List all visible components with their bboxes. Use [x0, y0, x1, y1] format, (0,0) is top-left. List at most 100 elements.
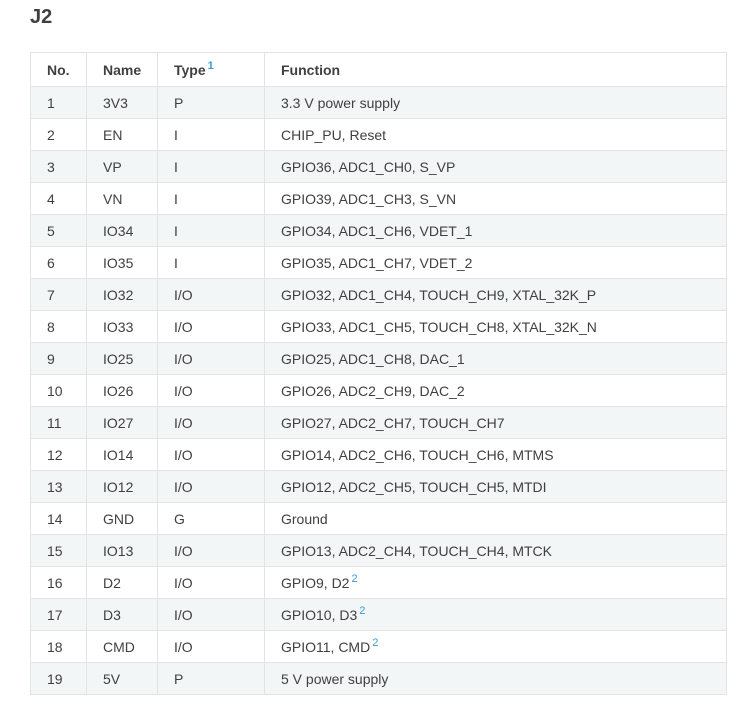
pin-table: No. Name Type 1 Function 1 3V3 P 3.3 V power…	[30, 52, 727, 695]
cell-pin-name: IO12	[86, 470, 158, 503]
cell-pin-type: I	[157, 182, 265, 215]
table-row: 4 VN I GPIO39, ADC1_CH3, S_VN	[30, 182, 727, 215]
pin-function-text: GPIO26, ADC2_CH9, DAC_2	[281, 382, 465, 399]
table-row: 3 VP I GPIO36, ADC1_CH0, S_VP	[30, 150, 727, 183]
table-row: 11 IO27 I/O GPIO27, ADC2_CH7, TOUCH_CH7	[30, 406, 727, 439]
cell-pin-number: 19	[30, 662, 87, 695]
table-body: 1 3V3 P 3.3 V power supply 2 EN I CHIP_PU, Rese…	[30, 86, 727, 695]
table-row: 17 D3 I/O GPIO10, D3 2	[30, 598, 727, 631]
table-row: 2 EN I CHIP_PU, Reset	[30, 118, 727, 151]
pin-function-text: Ground	[281, 510, 328, 527]
cell-pin-number: 3	[30, 150, 87, 183]
cell-pin-number: 15	[30, 534, 87, 567]
table-row: 18 CMD I/O GPIO11, CMD 2	[30, 630, 727, 663]
cell-pin-name: EN	[86, 118, 158, 151]
cell-pin-name: D3	[86, 598, 158, 631]
cell-pin-function: GPIO9, D2 2	[264, 566, 727, 599]
cell-pin-type: I	[157, 246, 265, 279]
pin-function-text: GPIO35, ADC1_CH7, VDET_2	[281, 254, 473, 271]
table-row: 8 IO33 I/O GPIO33, ADC1_CH5, TOUCH_CH8, XTA…	[30, 310, 727, 343]
cell-pin-number: 9	[30, 342, 87, 375]
cell-pin-number: 10	[30, 374, 87, 407]
cell-pin-type: I/O	[157, 406, 265, 439]
column-header-no: No.	[30, 52, 87, 87]
cell-pin-name: IO33	[86, 310, 158, 343]
section-title: J2	[30, 6, 53, 28]
cell-pin-type: I/O	[157, 630, 265, 663]
function-footnote-link[interactable]: 2	[372, 637, 378, 649]
cell-pin-name: IO26	[86, 374, 158, 407]
cell-pin-type: I/O	[157, 534, 265, 567]
pin-function-text: 5 V power supply	[281, 670, 389, 687]
cell-pin-type: I/O	[157, 278, 265, 311]
table-row: 10 IO26 I/O GPIO26, ADC2_CH9, DAC_2	[30, 374, 727, 407]
column-header-type: Type 1	[157, 52, 265, 87]
pin-function-text: 3.3 V power supply	[281, 94, 401, 111]
pin-function-text: GPIO10, D3	[281, 606, 358, 623]
pin-function-text: GPIO39, ADC1_CH3, S_VN	[281, 190, 457, 207]
cell-pin-function: Ground	[264, 502, 727, 535]
cell-pin-name: VN	[86, 182, 158, 215]
cell-pin-name: 3V3	[86, 86, 158, 119]
table-row: 9 IO25 I/O GPIO25, ADC1_CH8, DAC_1	[30, 342, 727, 375]
pin-function-text: GPIO14, ADC2_CH6, TOUCH_CH6, MTMS	[281, 446, 554, 463]
pin-function-text: GPIO32, ADC1_CH4, TOUCH_CH9, XTAL_32K_P	[281, 286, 597, 303]
cell-pin-function: GPIO13, ADC2_CH4, TOUCH_CH4, MTCK	[264, 534, 727, 567]
pin-function-text: GPIO33, ADC1_CH5, TOUCH_CH8, XTAL_32K_N	[281, 318, 597, 335]
cell-pin-name: IO13	[86, 534, 158, 567]
cell-pin-number: 2	[30, 118, 87, 151]
cell-pin-type: I/O	[157, 566, 265, 599]
cell-pin-function: GPIO10, D3 2	[264, 598, 727, 631]
column-header-type-label: Type	[174, 61, 206, 78]
pin-function-text: GPIO12, ADC2_CH5, TOUCH_CH5, MTDI	[281, 478, 547, 495]
cell-pin-function: GPIO26, ADC2_CH9, DAC_2	[264, 374, 727, 407]
cell-pin-number: 11	[30, 406, 87, 439]
cell-pin-name: CMD	[86, 630, 158, 663]
cell-pin-name: D2	[86, 566, 158, 599]
pin-function-text: GPIO34, ADC1_CH6, VDET_1	[281, 222, 473, 239]
pin-function-text: GPIO13, ADC2_CH4, TOUCH_CH4, MTCK	[281, 542, 553, 559]
pin-function-text: GPIO27, ADC2_CH7, TOUCH_CH7	[281, 414, 505, 431]
cell-pin-type: I/O	[157, 470, 265, 503]
cell-pin-number: 18	[30, 630, 87, 663]
table-row: 7 IO32 I/O GPIO32, ADC1_CH4, TOUCH_CH9, XTA…	[30, 278, 727, 311]
cell-pin-function: GPIO35, ADC1_CH7, VDET_2	[264, 246, 727, 279]
cell-pin-name: 5V	[86, 662, 158, 695]
table-row: 6 IO35 I GPIO35, ADC1_CH7, VDET_2	[30, 246, 727, 279]
cell-pin-function: 3.3 V power supply	[264, 86, 727, 119]
column-header-name: Name	[86, 52, 158, 87]
cell-pin-function: GPIO27, ADC2_CH7, TOUCH_CH7	[264, 406, 727, 439]
table-row: 5 IO34 I GPIO34, ADC1_CH6, VDET_1	[30, 214, 727, 247]
cell-pin-name: IO14	[86, 438, 158, 471]
function-footnote-link[interactable]: 2	[359, 605, 365, 617]
function-footnote-link[interactable]: 2	[351, 573, 357, 585]
cell-pin-type: P	[157, 86, 265, 119]
cell-pin-function: 5 V power supply	[264, 662, 727, 695]
cell-pin-function: GPIO12, ADC2_CH5, TOUCH_CH5, MTDI	[264, 470, 727, 503]
cell-pin-number: 14	[30, 502, 87, 535]
table-row: 13 IO12 I/O GPIO12, ADC2_CH5, TOUCH_CH5, MT…	[30, 470, 727, 503]
cell-pin-type: I/O	[157, 598, 265, 631]
table-row: 14 GND G Ground	[30, 502, 727, 535]
cell-pin-number: 1	[30, 86, 87, 119]
cell-pin-number: 17	[30, 598, 87, 631]
pin-function-text: GPIO36, ADC1_CH0, S_VP	[281, 158, 456, 175]
cell-pin-function: GPIO14, ADC2_CH6, TOUCH_CH6, MTMS	[264, 438, 727, 471]
cell-pin-number: 8	[30, 310, 87, 343]
cell-pin-name: IO34	[86, 214, 158, 247]
cell-pin-type: I	[157, 150, 265, 183]
cell-pin-type: G	[157, 502, 265, 535]
table-row: 15 IO13 I/O GPIO13, ADC2_CH4, TOUCH_CH4, MT…	[30, 534, 727, 567]
cell-pin-number: 13	[30, 470, 87, 503]
cell-pin-function: GPIO32, ADC1_CH4, TOUCH_CH9, XTAL_32K_P	[264, 278, 727, 311]
cell-pin-function: GPIO33, ADC1_CH5, TOUCH_CH8, XTAL_32K_N	[264, 310, 727, 343]
cell-pin-name: IO35	[86, 246, 158, 279]
cell-pin-type: I/O	[157, 310, 265, 343]
cell-pin-number: 12	[30, 438, 87, 471]
pin-function-text: GPIO9, D2	[281, 574, 350, 591]
type-footnote-link[interactable]: 1	[208, 60, 214, 72]
cell-pin-name: IO27	[86, 406, 158, 439]
cell-pin-function: GPIO25, ADC1_CH8, DAC_1	[264, 342, 727, 375]
cell-pin-name: IO32	[86, 278, 158, 311]
cell-pin-type: I	[157, 118, 265, 151]
